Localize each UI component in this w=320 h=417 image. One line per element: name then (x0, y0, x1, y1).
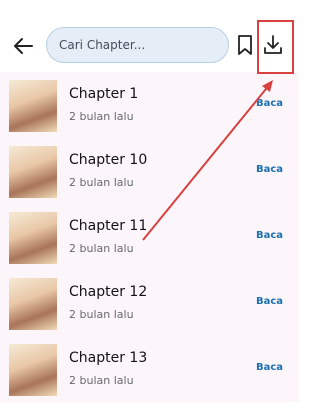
chapter-row[interactable]: Chapter 13 2 bulan lalu Baca (0, 336, 299, 402)
read-button[interactable]: Baca (256, 362, 283, 373)
chapter-title: Chapter 10 (69, 152, 148, 168)
read-button[interactable]: Baca (256, 98, 283, 109)
chapter-time: 2 bulan lalu (69, 374, 134, 387)
chapter-thumbnail (9, 344, 57, 396)
chapter-thumbnail (9, 278, 57, 330)
chapter-thumbnail (9, 80, 57, 132)
chapter-row[interactable]: Chapter 1 2 bulan lalu Baca (0, 72, 299, 138)
bookmark-icon[interactable] (236, 34, 254, 56)
chapter-row[interactable]: Chapter 12 2 bulan lalu Baca (0, 270, 299, 336)
chapter-row[interactable]: Chapter 11 2 bulan lalu Baca (0, 204, 299, 270)
chapter-thumbnail (9, 146, 57, 198)
search-bar[interactable] (46, 27, 229, 63)
read-button[interactable]: Baca (256, 230, 283, 241)
chapter-title: Chapter 11 (69, 218, 148, 234)
download-highlight-box (257, 20, 294, 74)
read-button[interactable]: Baca (256, 296, 283, 307)
read-button[interactable]: Baca (256, 164, 283, 175)
back-arrow-icon[interactable] (12, 36, 34, 56)
chapter-title: Chapter 12 (69, 284, 148, 300)
chapter-title: Chapter 1 (69, 86, 139, 102)
chapter-thumbnail (9, 212, 57, 264)
search-input[interactable] (59, 28, 219, 62)
chapter-time: 2 bulan lalu (69, 110, 134, 123)
chapter-row[interactable]: Chapter 10 2 bulan lalu Baca (0, 138, 299, 204)
chapter-time: 2 bulan lalu (69, 308, 134, 321)
chapter-title: Chapter 13 (69, 350, 148, 366)
chapter-time: 2 bulan lalu (69, 242, 134, 255)
chapter-time: 2 bulan lalu (69, 176, 134, 189)
chapter-list: Chapter 1 2 bulan lalu Baca Chapter 10 2… (0, 72, 299, 402)
